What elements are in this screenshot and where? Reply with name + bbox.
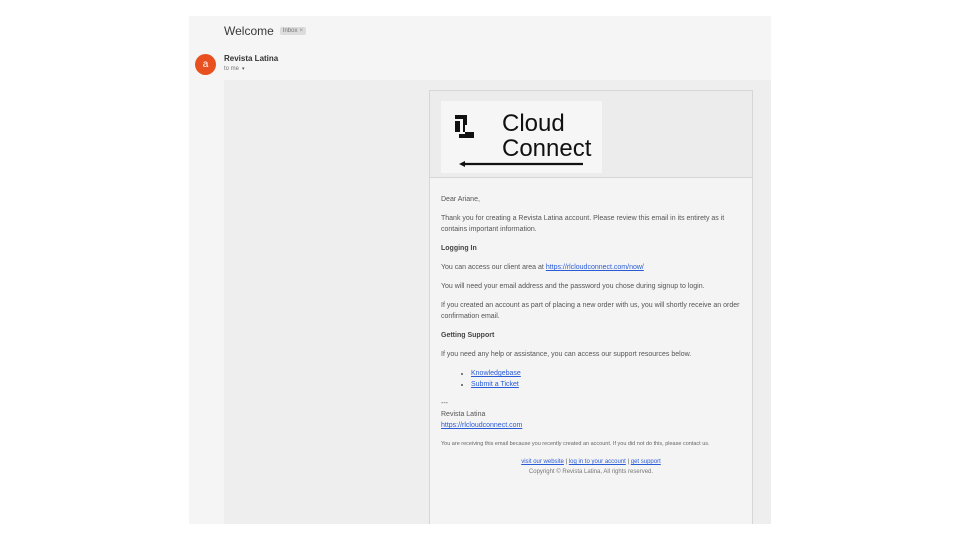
logo-text-line2: Connect — [502, 135, 592, 162]
knowledgebase-link[interactable]: Knowledgebase — [471, 370, 521, 377]
recipient-line: to me ▾ — [224, 66, 245, 72]
email-content: Dear Ariane, Thank you for creating a Re… — [430, 178, 752, 477]
logo-text-line1: Cloud — [502, 110, 565, 137]
message-body-area: Cloud Connect Dear Ariane, Thank you for… — [224, 80, 771, 524]
client-area-paragraph: You can access our client area at https:… — [441, 262, 741, 273]
list-item: Knowledgebase — [471, 368, 741, 379]
order-paragraph: If you created an account as part of pla… — [441, 302, 740, 320]
recipient-text: to me — [224, 66, 240, 72]
support-heading: Getting Support — [441, 332, 495, 339]
list-item: Submit a Ticket — [471, 379, 741, 390]
footer-separator: | — [627, 459, 630, 465]
signoff-name: Revista Latina — [441, 411, 486, 418]
email-viewer: Welcome Inbox × a Revista Latina to me ▾ — [189, 16, 771, 524]
get-support-link[interactable]: get support — [631, 459, 661, 465]
visit-website-link[interactable]: visit our website — [521, 459, 564, 465]
support-links-list: Knowledgebase Submit a Ticket — [441, 368, 741, 390]
email-subject: Welcome — [224, 24, 274, 38]
footer-separator: | — [565, 459, 568, 465]
signoff-dashes: --- — [441, 400, 448, 407]
signoff: --- Revista Latina https://rlcloudconnec… — [441, 398, 741, 431]
sender-avatar[interactable]: a — [195, 54, 216, 75]
show-details-icon[interactable]: ▾ — [242, 66, 245, 72]
client-area-text: You can access our client area at — [441, 264, 546, 271]
sender-name[interactable]: Revista Latina — [224, 54, 278, 63]
client-area-link[interactable]: https://rlcloudconnect.com/now/ — [546, 264, 644, 271]
footer-links: visit our website | log in to your accou… — [441, 457, 741, 467]
logo-graphic: Cloud Connect — [455, 110, 592, 167]
password-paragraph: You will need your email address and the… — [441, 283, 705, 290]
inbox-label-text: Inbox — [282, 28, 298, 34]
signoff-website-link[interactable]: https://rlcloudconnect.com — [441, 422, 522, 429]
cloud-connect-logo: Cloud Connect — [441, 101, 602, 173]
intro-paragraph: Thank you for creating a Revista Latina … — [441, 215, 725, 233]
submit-ticket-link[interactable]: Submit a Ticket — [471, 381, 519, 388]
logging-in-heading: Logging In — [441, 245, 477, 252]
subject-row: Welcome Inbox × — [224, 24, 306, 38]
email-card: Cloud Connect Dear Ariane, Thank you for… — [429, 90, 753, 524]
support-intro: If you need any help or assistance, you … — [441, 351, 692, 358]
copyright: Copyright © Revista Latina, All rights r… — [528, 469, 654, 475]
inbox-label-chip[interactable]: Inbox × — [279, 27, 306, 35]
fineprint: You are receiving this email because you… — [441, 441, 710, 447]
remove-label-icon[interactable]: × — [299, 28, 303, 34]
greeting: Dear Ariane, — [441, 196, 480, 203]
email-header: Cloud Connect — [430, 91, 752, 178]
login-account-link[interactable]: log in to your account — [569, 459, 626, 465]
